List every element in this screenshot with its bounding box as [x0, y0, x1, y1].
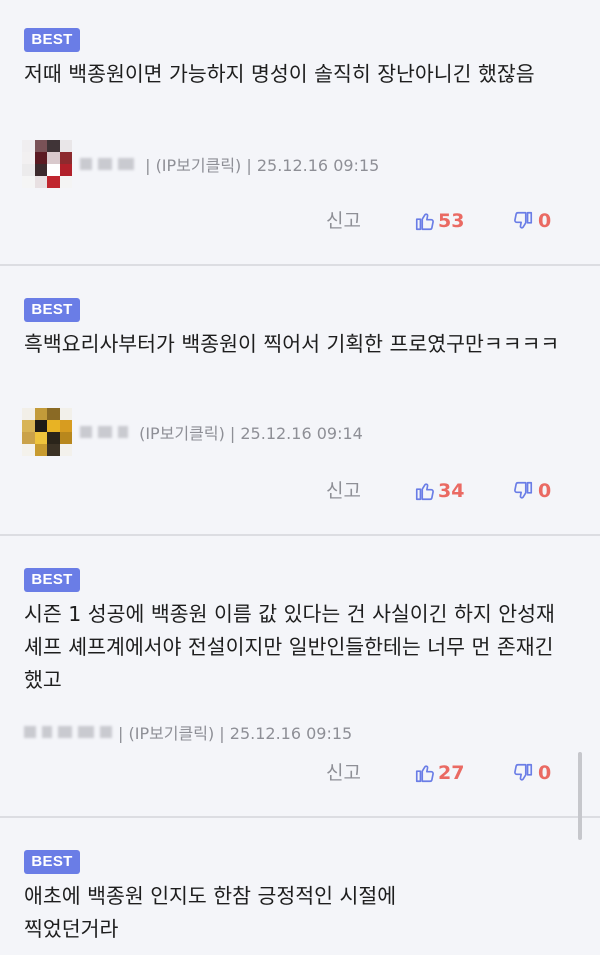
ip-and-date: | (IP보기클릭) | 25.12.16 09:15 — [140, 156, 380, 175]
report-button[interactable]: 신고 — [326, 206, 361, 236]
like-count: 34 — [438, 480, 465, 502]
avatar[interactable] — [22, 140, 72, 188]
thumbs-down-icon — [514, 481, 533, 499]
thumbs-down-icon — [514, 211, 533, 229]
dislike-button[interactable]: 0 — [512, 476, 551, 506]
comment-meta: | (IP보기클릭) | 25.12.16 09:15 — [22, 140, 379, 188]
comment-text: 시즌 1 성공에 백종원 이름 값 있다는 건 사실이긴 하지 안성재 셰프 셰… — [24, 602, 555, 692]
best-badge: BEST — [24, 850, 80, 874]
thumbs-up-icon — [415, 213, 434, 231]
comment-item: BEST 저때 백종원이면 가능하지 명성이 솔직히 장난아니긴 했잖음 | (… — [0, 0, 600, 264]
comment-text: 저때 백종원이면 가능하지 명성이 솔직히 장난아니긴 했잖음 — [24, 62, 535, 86]
report-button[interactable]: 신고 — [326, 476, 361, 506]
best-badge: BEST — [24, 28, 80, 52]
dislike-button[interactable]: 0 — [512, 758, 551, 788]
like-button[interactable]: 53 — [414, 206, 464, 236]
comment-text: 애초에 백종원 인지도 한참 긍정적인 시절에 찍었던거라 — [24, 884, 397, 941]
thumbs-up-icon — [415, 765, 434, 783]
best-badge: BEST — [24, 298, 80, 322]
comment-item: BEST 시즌 1 성공에 백종원 이름 값 있다는 건 사실이긴 하지 안성재… — [0, 536, 600, 816]
comment-actions: 신고 53 0 — [0, 206, 600, 236]
dislike-button[interactable]: 0 — [512, 206, 551, 236]
like-button[interactable]: 27 — [414, 758, 464, 788]
comment-meta: | (IP보기클릭) | 25.12.16 09:15 — [22, 708, 352, 756]
comment-text: 흑백요리사부터가 백종원이 찍어서 기획한 프로였구만ㅋㅋㅋㅋ — [24, 332, 560, 356]
nickname-blurred[interactable] — [80, 426, 128, 438]
nickname-blurred[interactable] — [80, 158, 134, 170]
dislike-count: 0 — [538, 762, 552, 784]
like-count: 27 — [438, 762, 465, 784]
comment-actions: 신고 34 0 — [0, 476, 600, 506]
nickname-blurred[interactable] — [24, 726, 112, 738]
dislike-count: 0 — [538, 480, 552, 502]
avatar[interactable] — [22, 408, 72, 456]
like-count: 53 — [438, 210, 465, 232]
thumbs-up-icon — [415, 483, 434, 501]
dislike-count: 0 — [538, 210, 552, 232]
thumbs-down-icon — [514, 763, 533, 781]
report-button[interactable]: 신고 — [326, 758, 361, 788]
comment-item: BEST 애초에 백종원 인지도 한참 긍정적인 시절에 찍었던거라 — [0, 818, 600, 955]
ip-and-date: (IP보기클릭) | 25.12.16 09:14 — [134, 424, 363, 443]
best-badge: BEST — [24, 568, 80, 592]
comment-actions: 신고 27 0 — [0, 758, 600, 788]
ip-and-date: | (IP보기클릭) | 25.12.16 09:15 — [118, 724, 353, 743]
like-button[interactable]: 34 — [414, 476, 464, 506]
comment-item: BEST 흑백요리사부터가 백종원이 찍어서 기획한 프로였구만ㅋㅋㅋㅋ (IP… — [0, 266, 600, 534]
comment-meta: (IP보기클릭) | 25.12.16 09:14 — [22, 408, 363, 456]
scrollbar[interactable] — [578, 752, 582, 840]
